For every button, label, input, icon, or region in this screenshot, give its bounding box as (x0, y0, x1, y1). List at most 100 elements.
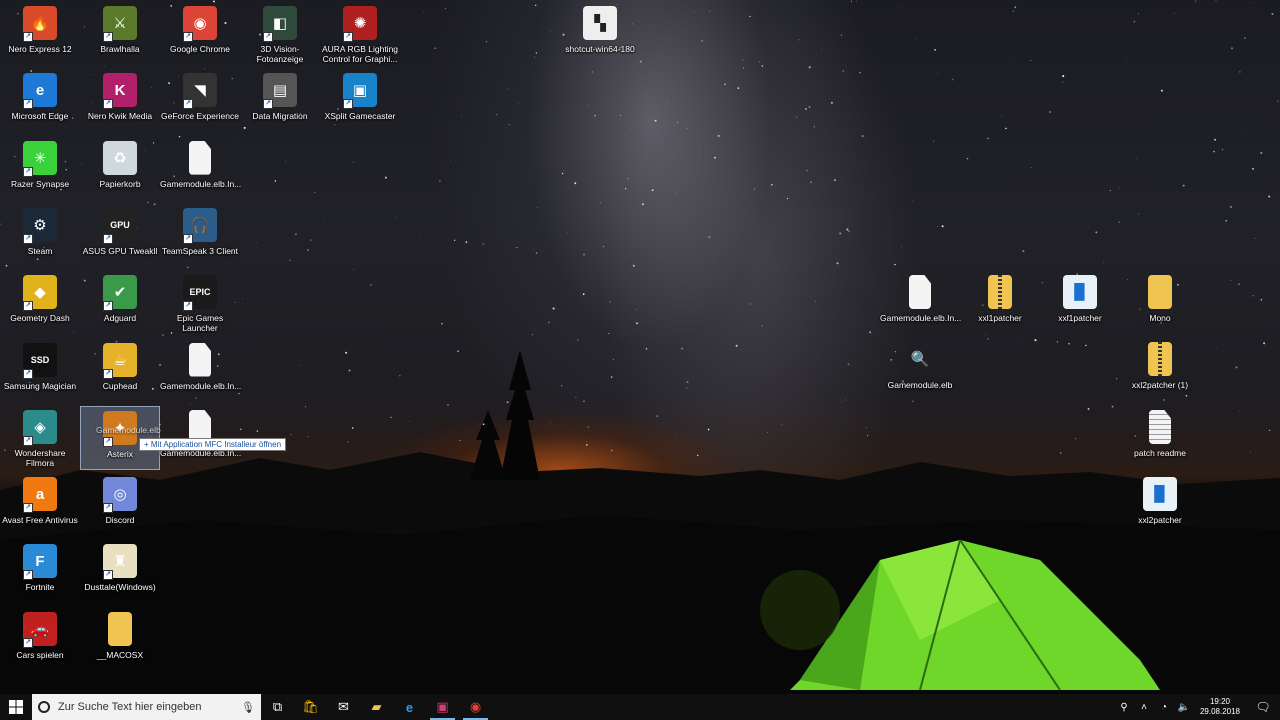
desktop-icon[interactable]: ▤ ↗ Data Migration (240, 69, 320, 133)
chrome-taskbar-icon[interactable]: ◉ (459, 694, 492, 720)
shortcut-arrow-icon: ↗ (103, 32, 113, 42)
teamspeak-icon: 🎧 ↗ (183, 207, 217, 244)
edge-taskbar-icon[interactable]: e (393, 694, 426, 720)
desktop-icon[interactable]: ◆ ↗ Geometry Dash (0, 271, 80, 335)
steam-icon: ⚙ ↗ (23, 207, 57, 244)
drag-ghost-label: Gamemodule.elb (96, 425, 161, 435)
discord-icon: ◎ ↗ (103, 477, 137, 514)
drop-tooltip: + Mit Application MFC Installeur öffnen (139, 438, 287, 451)
desktop-icon[interactable]: ⚔ ↗ Brawlhalla (80, 2, 160, 66)
desktop-icon[interactable]: ✳ ↗ Razer Synapse (0, 137, 80, 201)
desktop-icon[interactable]: patch readme (1120, 406, 1200, 470)
shortcut-arrow-icon: ↗ (103, 233, 113, 244)
desktop-icon[interactable]: EPIC ↗ Epic Games Launcher (160, 271, 240, 335)
clock[interactable]: 19:20 29.08.2018 (1194, 697, 1246, 717)
desktop-icon[interactable]: Mono (1120, 271, 1200, 335)
folder-icon (1148, 275, 1172, 309)
action-center-icon[interactable]: 🗨 (1246, 700, 1280, 714)
show-hidden-icons-icon[interactable]: ˄ (1134, 702, 1154, 713)
desktop-icon[interactable]: ♜ ↗ Dusttale(Windows) (80, 540, 160, 604)
desktop-icon-label: Mono (1149, 313, 1171, 323)
epic-games-icon: EPIC ↗ (183, 275, 217, 312)
desktop-icon[interactable]: ✺ ↗ AURA RGB Lighting Control for Graphi..… (320, 2, 400, 66)
microphone-icon[interactable]: 🎙 (241, 701, 255, 714)
desktop-icon-label: Brawlhalla (100, 44, 140, 54)
network-icon[interactable]: ◔ (1154, 702, 1174, 713)
desktop-icon[interactable]: ◉ ↗ Google Chrome (160, 2, 240, 66)
volume-icon[interactable]: 🔈 (1174, 702, 1194, 713)
desktop-icon[interactable]: xxl1patcher (960, 271, 1040, 335)
mail-icon[interactable]: ✉ (327, 694, 360, 720)
avast-icon: a ↗ (23, 477, 57, 514)
desktop-icon-label: Nero Kwik Media (87, 111, 153, 122)
desktop-icon[interactable]: ▚ shotcut-win64-180 (560, 2, 640, 66)
desktop-icon-label: XSplit Gamecaster (324, 111, 396, 122)
nvidia-3d-vision-icon: ◧ ↗ (263, 6, 297, 42)
desktop-icon[interactable]: ◈ ↗ Wondershare Filmora (0, 406, 80, 470)
task-view-icon[interactable]: ⧉ (261, 694, 294, 720)
desktop-icon[interactable]: __MACOSX (80, 608, 160, 672)
shortcut-arrow-icon: ↗ (23, 368, 33, 379)
file-explorer-icon[interactable]: ▰ (360, 694, 393, 720)
nero-kwik-media-icon: K ↗ (103, 73, 137, 110)
desktop-icon[interactable]: a ↗ Avast Free Antivirus (0, 473, 80, 537)
desktop-icon[interactable]: ▣ ↗ XSplit Gamecaster (320, 69, 400, 133)
desktop-icon[interactable]: 🔥 ↗ Nero Express 12 (0, 2, 80, 66)
edge-icon: e ↗ (23, 73, 57, 110)
folder-icon (108, 611, 132, 646)
shortcut-arrow-icon: ↗ (183, 99, 193, 110)
desktop-icon[interactable]: Gamemodule.elb.In... (880, 271, 962, 335)
desktop-icon[interactable]: ♻ Papierkorb (80, 137, 160, 201)
desktop-icon-label: Wondershare Filmora (14, 447, 66, 468)
desktop-icon[interactable]: ◧ ↗ 3D Vision-Fotoanzeige (240, 2, 320, 66)
desktop-icon[interactable]: 🔍 Gamemodule.elb (880, 338, 960, 402)
aura-rgb-icon: ✺ ↗ (343, 6, 377, 42)
people-icon[interactable]: ⚲ (1114, 702, 1134, 713)
shortcut-arrow-icon: ↗ (23, 301, 33, 312)
desktop-icon-label: Gamemodule.elb.In... (880, 313, 962, 323)
desktop-icon[interactable]: SSD ↗ Samsung Magician (0, 339, 80, 403)
patcher-app-icon: ▉ (1143, 477, 1177, 511)
desktop-icon[interactable]: 🎧 ↗ TeamSpeak 3 Client (160, 204, 240, 268)
zip-folder-icon (1148, 342, 1172, 376)
shortcut-arrow-icon: ↗ (23, 233, 33, 244)
desktop-icon[interactable]: 🚗 ↗ Cars spielen (0, 608, 80, 672)
desktop-icon[interactable]: Gamemodule.elb.In... (160, 137, 242, 201)
shortcut-arrow-icon: ↗ (23, 435, 33, 446)
desktop-icon-label: Samsung Magician (3, 380, 77, 391)
desktop-icon-label: shotcut-win64-180 (565, 44, 635, 54)
desktop-icon[interactable]: ▉ xxl1patcher (1040, 271, 1120, 335)
geforce-icon: ◥ ↗ (183, 73, 217, 110)
desktop-icon[interactable]: ☕ ↗ Cuphead (80, 339, 160, 403)
shortcut-arrow-icon: ↗ (23, 99, 33, 110)
shortcut-arrow-icon: ↗ (183, 32, 193, 42)
cortana-icon (38, 701, 50, 713)
desktop-icon[interactable]: Gamemodule.elb.In... (160, 339, 241, 403)
shortcut-arrow-icon: ↗ (263, 99, 273, 110)
desktop-icon[interactable]: ▉ xxl2patcher (1120, 473, 1200, 537)
desktop-icon[interactable]: K ↗ Nero Kwik Media (80, 69, 160, 133)
desktop-icon[interactable]: e ↗ Microsoft Edge (0, 69, 80, 133)
shortcut-arrow-icon: ↗ (23, 637, 33, 648)
desktop-icon[interactable]: ✔ ↗ Adguard (80, 271, 160, 335)
desktop-icon[interactable]: xxl2patcher (1) (1120, 338, 1200, 402)
desktop-icon-label: xxl2patcher (1) (1131, 380, 1189, 390)
desktop-icon-label: Gamemodule.elb (887, 380, 953, 390)
desktop-icon[interactable]: ◎ ↗ Discord (80, 473, 160, 537)
store-icon[interactable]: 🛍 (294, 694, 327, 720)
start-button[interactable] (0, 694, 32, 720)
desktop-icon[interactable]: ⚙ ↗ Steam (0, 204, 80, 268)
xsplit-icon: ▣ ↗ (343, 73, 377, 110)
desktop-icon-label: Cars spielen (16, 649, 64, 660)
taskbar: Zur Suche Text hier eingeben 🎙 ⧉ 🛍 ✉ ▰ e… (0, 694, 1280, 720)
nero-flame-icon: 🔥 ↗ (23, 6, 57, 42)
desktop-icon[interactable]: ◥ ↗ GeForce Experience (160, 69, 240, 133)
desktop-icon-label: patch readme (1134, 448, 1186, 458)
taskbar-search-box[interactable]: Zur Suche Text hier eingeben 🎙 (32, 694, 261, 720)
desktop-icon-label: Gamemodule.elb.In... (160, 178, 242, 189)
cuphead-icon: ☕ ↗ (103, 342, 137, 379)
desktop-icon[interactable]: GPU ↗ ASUS GPU Tweakll (80, 204, 160, 268)
app-taskbar-icon[interactable]: ▣ (426, 694, 459, 720)
desktop-icon-label: AURA RGB Lighting Control for Graphi... (321, 44, 399, 64)
desktop-icon[interactable]: F ↗ Fortnite (0, 540, 80, 604)
